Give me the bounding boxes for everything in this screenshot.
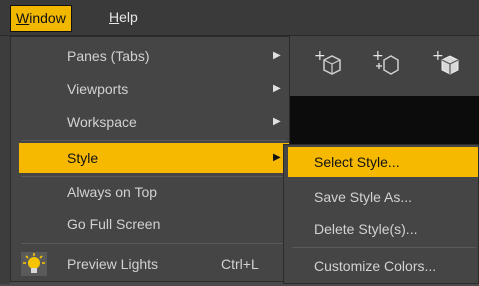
submenu-item-label: Select Style... — [314, 154, 400, 170]
submenu-arrow-icon: ▶ — [273, 50, 281, 61]
submenu-item-customize-colors[interactable]: Customize Colors... — [288, 251, 478, 281]
submenu-item-label: Delete Style(s)... — [314, 221, 418, 237]
menu-item-preview-lights[interactable]: Preview Lights Ctrl+L — [19, 249, 289, 279]
menu-item-label: Style — [67, 150, 99, 166]
menubar: Window Help — [0, 0, 479, 36]
window-menu-mnemonic: W — [16, 10, 30, 26]
submenu-item-save-style-as[interactable]: Save Style As... — [288, 182, 478, 212]
help-menu-label: elp — [119, 9, 138, 25]
submenu-item-select-style[interactable]: Select Style... — [288, 147, 478, 177]
help-menu-mnemonic: H — [109, 9, 120, 25]
menu-item-viewports[interactable]: Viewports ▶ — [19, 74, 289, 104]
light-bulb-icon — [21, 252, 47, 276]
menu-item-label: Always on Top — [67, 184, 158, 200]
add-null-icon[interactable]: + — [370, 48, 402, 80]
window-menu[interactable]: Window — [10, 5, 72, 32]
add-node-icon[interactable]: + — [312, 48, 344, 80]
submenu-item-label: Save Style As... — [314, 189, 413, 205]
submenu-item-label: Customize Colors... — [314, 258, 437, 274]
menu-item-workspace[interactable]: Workspace ▶ — [19, 107, 289, 137]
menu-item-go-full-screen[interactable]: Go Full Screen — [19, 209, 289, 239]
menu-item-label: Preview Lights — [67, 256, 159, 272]
submenu-arrow-icon: ▶ — [273, 116, 281, 127]
menu-item-always-on-top[interactable]: Always on Top — [19, 177, 289, 207]
menu-item-style[interactable]: Style ▶ — [19, 143, 289, 173]
menu-separator — [21, 243, 287, 244]
menu-item-label: Go Full Screen — [67, 216, 161, 232]
left-panel-edge — [0, 36, 10, 284]
viewport-area[interactable] — [290, 96, 479, 146]
help-menu[interactable]: Help — [103, 5, 144, 30]
svg-text:+: + — [372, 48, 384, 64]
menu-separator — [21, 140, 287, 141]
viewport-toolbar: + + + — [290, 36, 479, 96]
submenu-separator — [292, 247, 476, 248]
submenu-arrow-icon: ▶ — [273, 152, 281, 163]
menu-item-label: Workspace — [67, 114, 137, 130]
add-cube-icon[interactable]: + — [430, 48, 462, 80]
style-submenu: Select Style... Save Style As... Delete … — [283, 144, 479, 284]
menu-item-label: Viewports — [67, 81, 129, 97]
window-menu-label: indow — [29, 10, 66, 26]
shortcut-label: Ctrl+L — [221, 256, 259, 272]
submenu-arrow-icon: ▶ — [273, 83, 281, 94]
window-dropdown-menu: Panes (Tabs) ▶ Viewports ▶ Workspace ▶ S… — [10, 36, 290, 282]
menu-item-panes-tabs[interactable]: Panes (Tabs) ▶ — [19, 41, 289, 71]
menu-item-label: Panes (Tabs) — [67, 48, 150, 64]
submenu-item-delete-styles[interactable]: Delete Style(s)... — [288, 214, 478, 244]
